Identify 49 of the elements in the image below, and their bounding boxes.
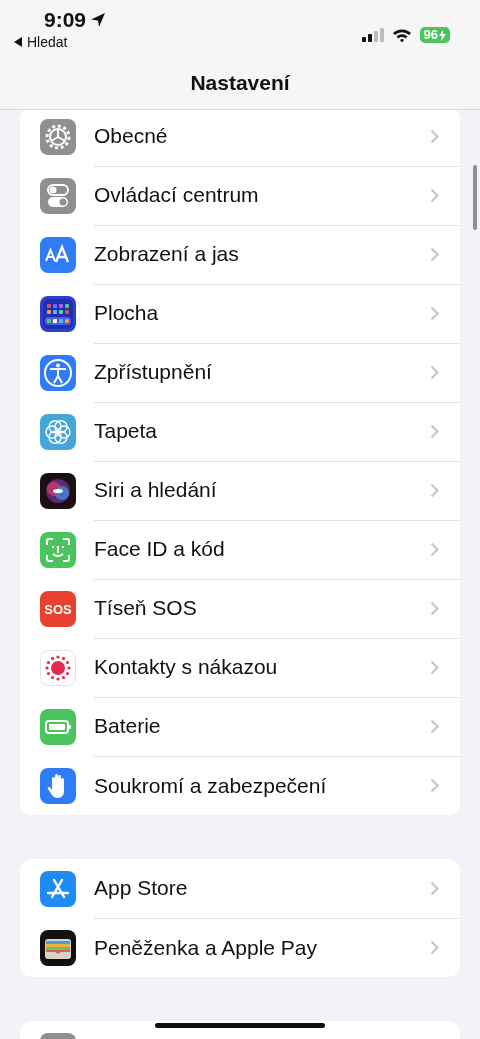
accessibility-icon	[40, 354, 76, 391]
settings-row[interactable]: Zpřístupnění	[20, 343, 460, 402]
chevron-icon	[430, 364, 439, 380]
app-store-icon	[40, 870, 76, 907]
settings-row[interactable]: Face ID a kód	[20, 520, 460, 579]
back-icon	[14, 37, 22, 47]
text-size-icon	[40, 236, 76, 273]
chevron-icon	[430, 600, 439, 616]
wallet-icon	[40, 929, 76, 966]
chevron-icon	[430, 187, 439, 203]
toggle-switches-icon	[40, 177, 76, 214]
chevron-icon	[430, 778, 439, 793]
settings-row[interactable]: Ovládací centrum	[20, 166, 460, 225]
chevron-icon	[430, 541, 439, 557]
settings-row[interactable]: Plocha	[20, 284, 460, 343]
glowing-orb-icon	[40, 472, 76, 509]
scroll-bar	[473, 165, 477, 230]
settings-row[interactable]: Siri a hledání	[20, 461, 460, 520]
face-icon	[40, 531, 76, 568]
settings-row[interactable]: Obecné	[20, 107, 460, 166]
chevron-icon	[430, 246, 439, 262]
settings-row[interactable]: Soukromí a zabezpečení	[20, 756, 460, 815]
chevron-icon	[430, 880, 439, 896]
chevron-icon	[430, 482, 439, 498]
clock-time: 9:09	[44, 8, 87, 32]
settings-row[interactable]: Zobrazení a jas	[20, 225, 460, 284]
chevron-icon	[430, 718, 439, 734]
hand-icon	[40, 767, 76, 804]
flower-icon	[40, 413, 76, 450]
gear-icon	[40, 118, 76, 155]
settings-row[interactable]: SOS Tíseň SOS	[20, 579, 460, 638]
sos-icon: SOS	[40, 590, 76, 627]
settings-row[interactable]: Tapeta	[20, 402, 460, 461]
chevron-icon	[430, 659, 439, 675]
chevron-icon	[430, 423, 439, 439]
battery-indicator: 96	[419, 27, 450, 43]
chevron-icon	[430, 305, 439, 321]
settings-row[interactable]: Peněženka a Apple Pay	[20, 918, 460, 977]
app-grid-icon	[40, 295, 76, 332]
wifi-icon	[391, 27, 412, 43]
page-title: Nastavení	[190, 71, 290, 95]
chevron-icon	[430, 128, 439, 144]
battery-icon	[40, 708, 76, 745]
cellular-signal-icon	[361, 28, 384, 42]
chevron-icon	[430, 940, 439, 955]
settings-row[interactable]: App Store	[20, 859, 460, 918]
back-link[interactable]: Hledat	[14, 34, 107, 50]
settings-row[interactable]: Baterie	[20, 697, 460, 756]
settings-row[interactable]: Kontakty s nákazou	[20, 638, 460, 697]
